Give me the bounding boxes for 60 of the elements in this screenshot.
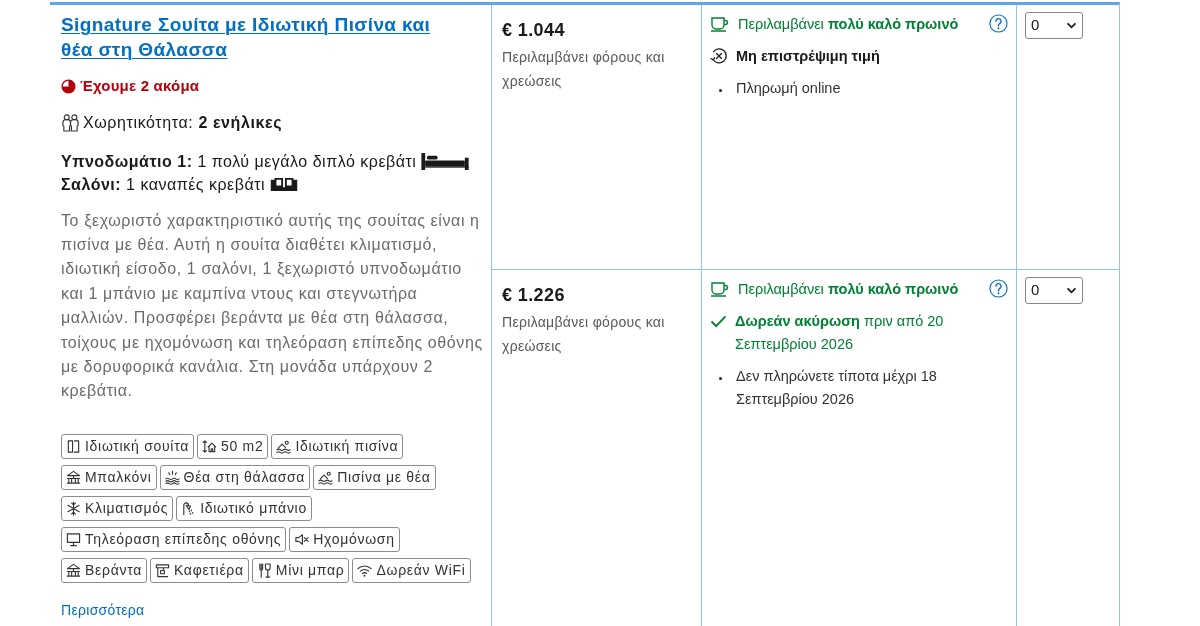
room-description: Το ξεχωριστό χαρακτηριστικό αυτής της σουίτας είναι η πισίνα με θέα. Αυτή η σουίτα διαθέτει κλιματισμό, ιδιωτική είσοδο, 1 σαλόνι, 1 ξεχωριστό υπνοδωμάτιο και 1 μπάνιο με καμπίνα ντους και στεγνωτήρα μαλλιών. Προσφέρει βεράντα με θέα στη θάλασσα, τοίχους με ηχομόνωση και τηλεόραση επίπεδης οθόνης με δορυφορικά κανάλια. Στη μονάδα υπάρχουν 2 κρεβάτια.	[61, 210, 484, 402]
snowflake-icon	[66, 500, 81, 516]
facility-label: Τηλεόραση επίπεδης οθόνης	[85, 529, 282, 549]
canopy-railing-icon	[66, 562, 81, 578]
condition-text: Δωρεάν ακύρωση πριν από 20 Σεπτεμβρίου 2026	[735, 312, 945, 354]
canopy-railing-icon	[66, 469, 81, 485]
speaker-off-icon	[294, 531, 310, 547]
cup-icon	[710, 281, 730, 297]
price-note: Περιλαμβάνει φόρους και χρεώσεις	[502, 313, 666, 356]
facility-label: Θέα στη θάλασσα	[183, 467, 306, 487]
facility-label: Ιδιωτική σουίτα	[85, 436, 189, 456]
bullet-icon	[719, 89, 722, 92]
condition-text: Περιλαμβάνει πολύ καλό πρωινό	[738, 15, 960, 34]
facility-label: Κλιματισμός	[85, 498, 169, 518]
more-link[interactable]: Περισσότερα	[61, 599, 145, 621]
people-icon	[61, 113, 80, 132]
pie-chart-icon	[61, 78, 76, 94]
price-note: Περιλαμβάνει φόρους και χρεώσεις	[502, 48, 666, 91]
facility-label: Δωρεάν WiFi	[376, 560, 466, 580]
swimmer-icon	[318, 469, 334, 485]
arrows-house-icon	[201, 438, 217, 454]
sofa-bed-icon	[269, 175, 300, 193]
bullet-icon	[719, 377, 722, 380]
condition-text: Δεν πληρώνετε τίποτα μέχρι 18 Σεπτεμβρίου 2026	[736, 367, 938, 409]
facility-label: Μπαλκόνι	[85, 467, 152, 487]
door-icon	[66, 438, 81, 454]
facility-label: 50 m2	[220, 436, 264, 456]
facility-label: Καφετιέρα	[173, 560, 244, 580]
circled-x-icon	[710, 47, 728, 65]
quantity-select[interactable]: 0	[1025, 277, 1083, 304]
help-icon[interactable]	[989, 14, 1008, 33]
facility-label: Ιδιωτική πισίνα	[295, 436, 399, 456]
chevron-down-icon	[1066, 22, 1077, 29]
coffee-machine-icon	[154, 562, 170, 578]
wifi-icon	[357, 562, 373, 578]
facility-label: Μίνι μπαρ	[275, 560, 345, 580]
condition-text: Μη επιστρέψιμη τιμή	[736, 47, 881, 66]
condition-text: Περιλαμβάνει πολύ καλό πρωινό	[738, 280, 960, 299]
bed-icon	[420, 152, 471, 170]
help-icon[interactable]	[989, 279, 1008, 298]
cup-icon	[710, 16, 730, 32]
availability-text: Έχουμε 2 ακόμα	[80, 76, 200, 96]
price: € 1.226	[502, 284, 566, 307]
quantity-select[interactable]: 0	[1025, 12, 1083, 39]
sun-waves-icon	[164, 469, 180, 485]
condition-text: Πληρωμή online	[736, 79, 842, 98]
bed-text: Υπνοδωμάτιο 1: 1 πολύ μεγάλο διπλό κρεβάτι	[61, 151, 417, 172]
price: € 1.044	[502, 19, 566, 42]
facility-label: Πισίνα με θέα	[337, 467, 431, 487]
occupancy-text: Χωρητικότητα: 2 ενήλικες	[83, 112, 283, 133]
fork-glass-icon	[256, 562, 272, 578]
facility-label: Βεράντα	[85, 560, 142, 580]
room-name-link[interactable]: Signature Σουίτα με Ιδιωτική Πισίνα και θέα στη Θάλασσα	[61, 12, 456, 62]
swimmer-icon	[276, 438, 292, 454]
facility-label: Ιδιωτικό μπάνιο	[200, 498, 307, 518]
check-icon	[710, 315, 727, 328]
facility-label: Ηχομόνωση	[313, 529, 395, 549]
bed-text: Σαλόνι: 1 καναπές κρεβάτι	[61, 174, 266, 195]
monitor-icon	[66, 531, 81, 547]
chevron-down-icon	[1066, 287, 1077, 294]
